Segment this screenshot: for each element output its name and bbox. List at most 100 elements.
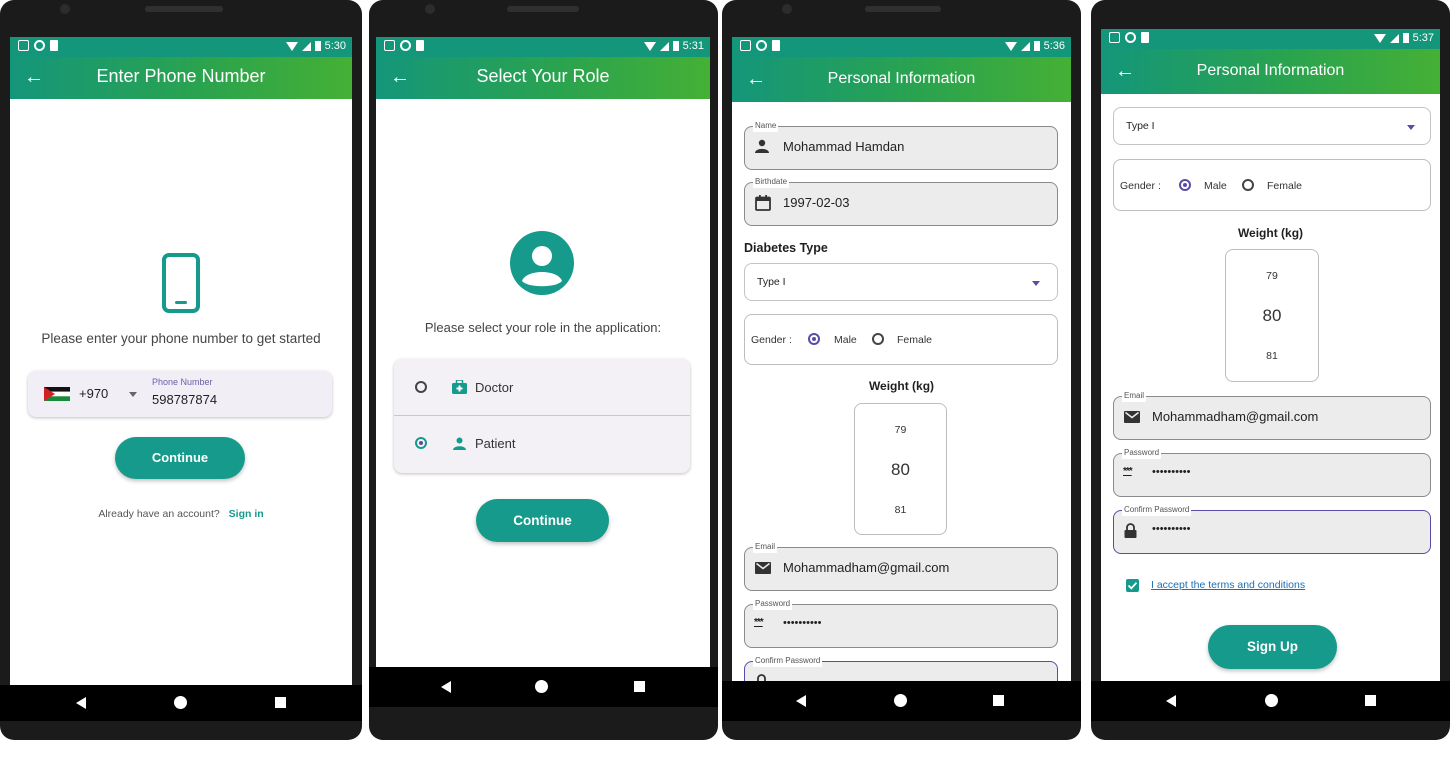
weight-next: 81 <box>1266 350 1278 362</box>
lock-icon <box>1124 523 1137 538</box>
gender-female-radio[interactable] <box>1242 179 1254 191</box>
weight-picker[interactable]: 79 80 81 <box>1225 249 1319 382</box>
battery-icon <box>314 41 321 51</box>
terms-checkbox[interactable] <box>1126 579 1139 592</box>
status-bar: 5:36 <box>732 37 1071 57</box>
email-field[interactable]: Email Mohammadham@gmail.com <box>1113 390 1431 440</box>
mail-icon <box>755 562 771 574</box>
diabetes-type-value: Type I <box>757 276 786 288</box>
mail-icon <box>1124 411 1140 423</box>
birthdate-field[interactable]: Birthdate 1997-02-03 <box>744 176 1058 226</box>
phone-frame-2: 5:31 ← Select Your Role Please select yo… <box>369 0 718 740</box>
password-label: Password <box>753 598 793 610</box>
signal-icon <box>1020 41 1030 51</box>
diabetes-type-select[interactable]: Type I <box>744 263 1058 301</box>
gender-female-label: Female <box>897 334 933 346</box>
nav-back-icon[interactable] <box>1166 695 1176 707</box>
nav-back-icon[interactable] <box>441 681 451 693</box>
nav-home-icon[interactable] <box>535 680 548 693</box>
phone-frame-1: 5:30 ← Enter Phone Number Please enter y… <box>0 0 362 740</box>
nav-recents-icon[interactable] <box>993 695 1004 706</box>
app-bar: ← Enter Phone Number <box>10 57 352 99</box>
confirm-password-label: Confirm Password <box>753 655 823 667</box>
gender-male-radio[interactable] <box>808 333 820 345</box>
navigation-bar <box>722 681 1081 721</box>
dropdown-arrow-icon <box>1407 125 1415 130</box>
role-option-doctor[interactable]: Doctor <box>394 359 690 416</box>
signin-prompt: Already have an account? <box>98 508 220 520</box>
nav-recents-icon[interactable] <box>634 681 645 692</box>
front-camera <box>425 4 435 14</box>
sign-up-button[interactable]: Sign Up <box>1208 625 1337 669</box>
phone-field-value[interactable]: 598787874 <box>152 392 217 407</box>
role-option-patient[interactable]: Patient <box>394 416 690 473</box>
sd-card-icon <box>50 40 58 51</box>
nav-back-icon[interactable] <box>76 697 86 709</box>
battery-icon <box>1402 33 1409 43</box>
email-label: Email <box>1122 390 1147 402</box>
role-prompt: Please select your role in the applicati… <box>424 320 662 335</box>
app-bar: ← Personal Information <box>732 57 1071 102</box>
lock-icon <box>757 674 766 681</box>
signin-link[interactable]: Sign in <box>229 508 264 520</box>
diabetes-type-heading: Diabetes Type <box>744 241 828 255</box>
wifi-icon <box>1373 33 1386 43</box>
confirm-password-label: Confirm Password <box>1122 504 1192 516</box>
gender-label: Gender : <box>1120 180 1161 192</box>
country-code[interactable]: +970 <box>79 386 108 401</box>
status-time: 5:30 <box>324 40 346 52</box>
calendar-icon <box>755 195 771 211</box>
front-camera <box>782 4 792 14</box>
diabetes-type-select[interactable]: Type I <box>1113 107 1431 145</box>
country-dropdown-icon[interactable] <box>129 392 137 397</box>
weight-next: 81 <box>894 504 907 516</box>
phone-field-label: Phone Number <box>152 377 213 387</box>
doctor-radio[interactable] <box>415 381 427 393</box>
nav-home-icon[interactable] <box>174 696 187 709</box>
screen-1: 5:30 ← Enter Phone Number Please enter y… <box>10 37 352 685</box>
birthdate-label: Birthdate <box>753 176 790 188</box>
name-field[interactable]: Name Mohammad Hamdan <box>744 120 1058 170</box>
name-value: Mohammad Hamdan <box>783 139 905 154</box>
nav-recents-icon[interactable] <box>1365 695 1376 706</box>
app-bar: ← Select Your Role <box>376 57 710 99</box>
phone-input-card[interactable]: +970 Phone Number 598787874 <box>28 371 332 417</box>
sync-notification-icon <box>34 40 45 51</box>
navigation-bar <box>369 667 718 707</box>
continue-button[interactable]: Continue <box>115 437 245 479</box>
gender-male-label: Male <box>1204 180 1227 192</box>
doctor-label: Doctor <box>475 380 514 395</box>
weight-heading: Weight (kg) <box>868 379 935 393</box>
continue-button[interactable]: Continue <box>476 499 609 542</box>
gender-female-label: Female <box>1267 180 1303 192</box>
confirm-password-field[interactable]: Confirm Password <box>744 655 1058 681</box>
gender-female-radio[interactable] <box>872 333 884 345</box>
gender-male-label: Male <box>834 334 857 346</box>
nav-home-icon[interactable] <box>1265 694 1278 707</box>
terms-link[interactable]: I accept the terms and conditions <box>1151 579 1305 591</box>
patient-radio[interactable] <box>415 437 427 449</box>
speaker-grille <box>507 6 579 12</box>
diabetes-type-value: Type I <box>1126 120 1155 132</box>
role-card: Doctor Patient <box>394 359 690 473</box>
page-title: Personal Information <box>1196 62 1345 79</box>
weight-picker[interactable]: 79 80 81 <box>854 403 947 535</box>
wifi-icon <box>643 41 656 51</box>
navigation-bar <box>1091 681 1450 721</box>
sync-notification-icon <box>756 40 767 51</box>
front-camera <box>60 4 70 14</box>
email-field[interactable]: Email Mohammadham@gmail.com <box>744 541 1058 591</box>
nav-back-icon[interactable] <box>796 695 806 707</box>
nav-home-icon[interactable] <box>894 694 907 707</box>
sd-card-icon <box>1141 32 1149 43</box>
password-label: Password <box>1122 447 1162 459</box>
email-value: Mohammadham@gmail.com <box>783 560 950 575</box>
signal-icon <box>1389 33 1399 43</box>
signal-icon <box>659 41 669 51</box>
nav-recents-icon[interactable] <box>275 697 286 708</box>
email-label: Email <box>753 541 778 553</box>
confirm-password-field[interactable]: Confirm Password •••••••••• <box>1113 504 1431 554</box>
gender-male-radio[interactable] <box>1179 179 1191 191</box>
password-field[interactable]: Password *** •••••••••• <box>1113 447 1431 497</box>
password-field[interactable]: Password *** •••••••••• <box>744 598 1058 648</box>
